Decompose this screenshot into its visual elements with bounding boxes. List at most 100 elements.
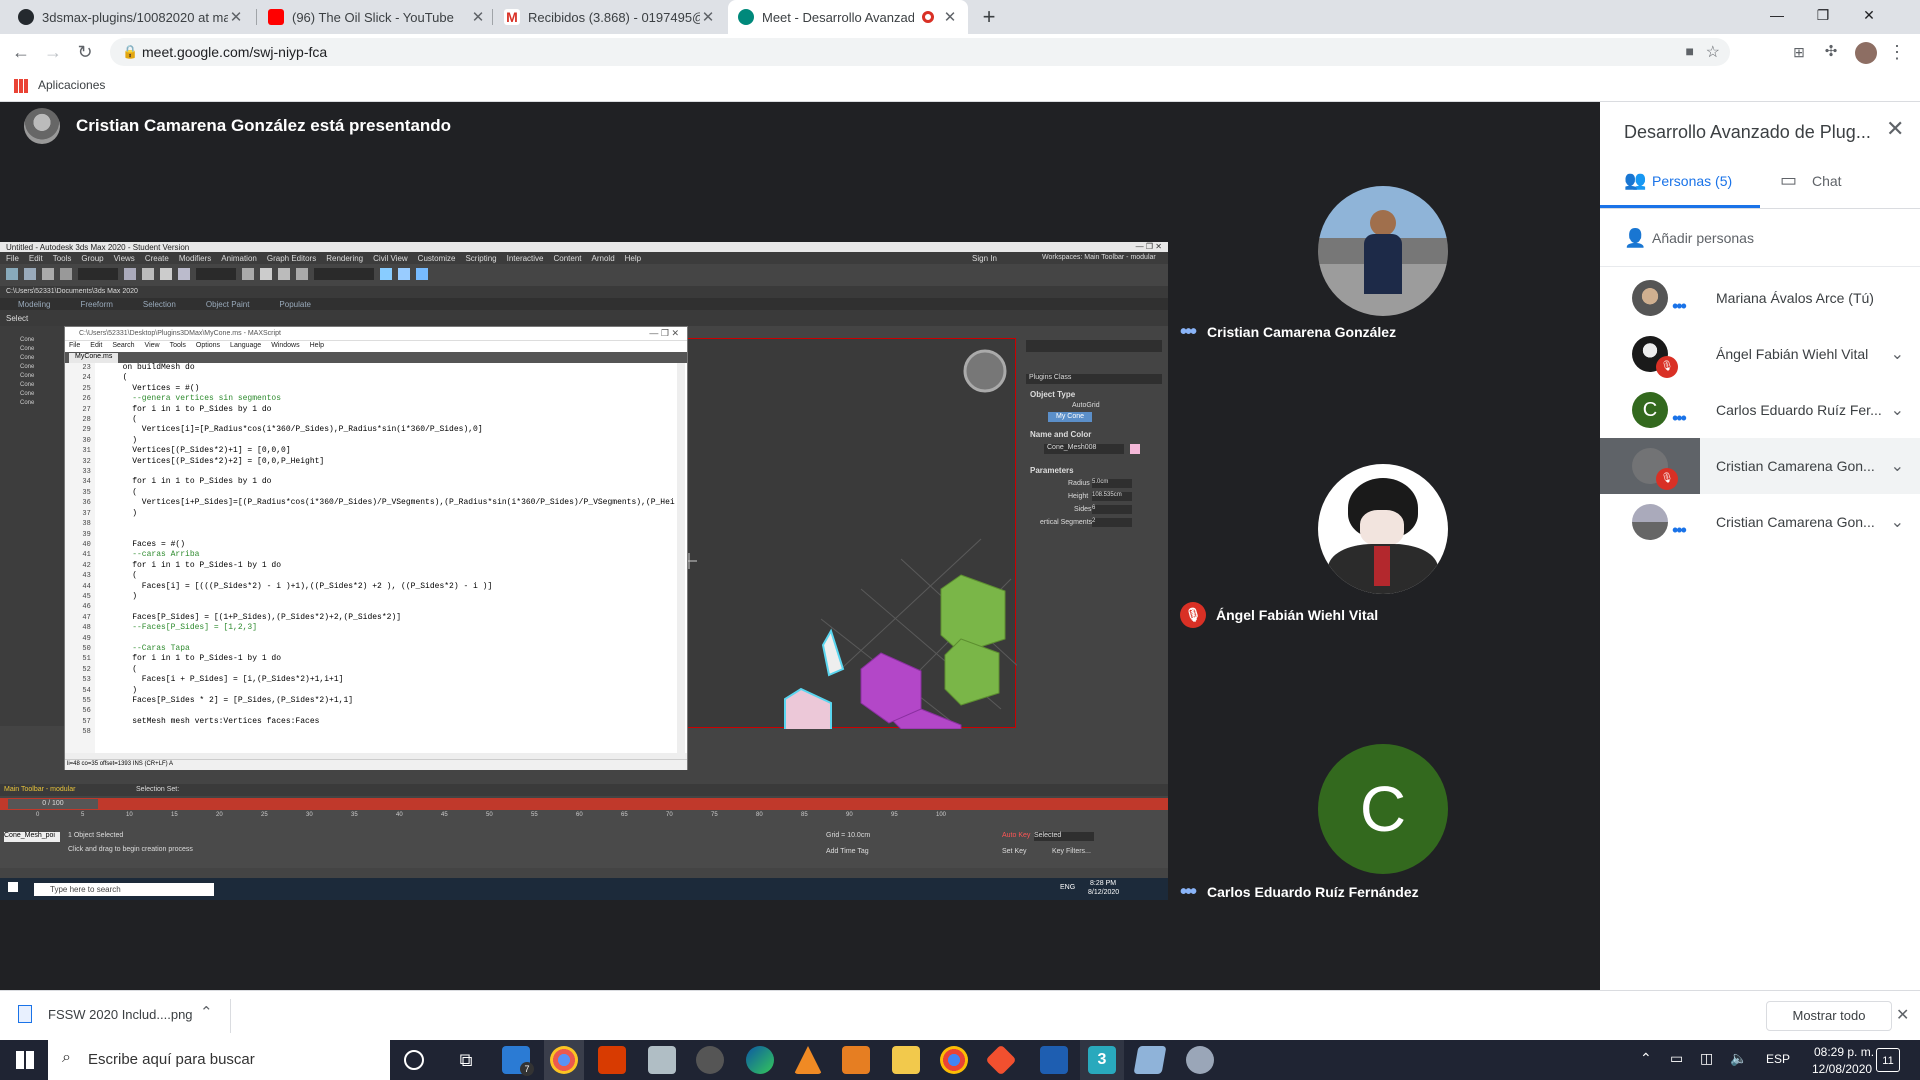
ribbon-tabs[interactable]: Modeling Freeform Selection Object Paint Pop… [18,300,311,309]
ribbon-tab[interactable]: Modeling [18,300,50,309]
max-path[interactable]: C:\Users\52331\Documents\3ds Max 2020 [6,288,138,295]
max-menu-item[interactable]: File [6,254,19,263]
max-window-controls[interactable]: — ❐ ✕ [1136,242,1162,251]
forward-icon[interactable]: → [40,39,66,65]
max-menu-item[interactable]: Arnold [592,254,615,263]
participant-row[interactable]: ••• Cristian Camarena Gon... ⌄ [1600,494,1920,550]
sides-spinner[interactable]: 6 [1092,505,1132,514]
max-menu-item[interactable]: Help [625,254,641,263]
maxscript-menu-item[interactable]: Language [230,342,261,349]
tab-chat[interactable]: ▭ Chat [1760,154,1920,208]
bookmark-star-icon[interactable]: ☆ [1706,42,1720,62]
object-color-swatch[interactable] [1130,444,1140,454]
minimize-button[interactable]: — [1754,0,1800,30]
chevron-down-icon[interactable]: ⌄ [1891,512,1904,532]
vertical-scrollbar[interactable] [677,363,685,753]
max-workspaces[interactable]: Workspaces: Main Toolbar - modular [1042,254,1156,261]
address-bar[interactable]: 🔒 meet.google.com/swj-niyp-fca ■ ☆ [110,38,1730,66]
max-menu-item[interactable]: Content [554,254,582,263]
profile-avatar[interactable] [1855,42,1877,64]
timeline-bar[interactable]: 0 / 100 [0,798,1168,810]
bookmark-apps[interactable]: Aplicaciones [38,78,105,92]
object-type-header[interactable]: Object Type [1030,390,1075,399]
cmd-tabs[interactable] [1026,340,1162,352]
max-menu-item[interactable]: Views [114,254,135,263]
close-tab-icon[interactable]: ✕ [228,8,244,26]
chevron-down-icon[interactable]: ⌄ [1891,400,1904,420]
add-time-tag[interactable]: Add Time Tag [826,848,869,855]
max-menu-item[interactable]: Civil View [373,254,408,263]
notification-center-icon[interactable]: 11 [1876,1048,1900,1072]
task-view-icon[interactable]: ⧉ [452,1046,480,1074]
participant-row[interactable]: 🎙 Ángel Fabián Wiehl Vital ⌄ [1600,326,1920,382]
max-menu-item[interactable]: Animation [221,254,257,263]
maxscript-window-controls[interactable]: — ❐ ✕ [649,328,679,339]
language-indicator[interactable]: ESP [1766,1052,1790,1066]
autogrid-checkbox[interactable]: AutoGrid [1072,402,1100,409]
download-filename[interactable]: FSSW 2020 Includ....png [48,1007,193,1022]
network-icon[interactable]: ◫ [1700,1050,1713,1067]
height-spinner[interactable]: 108.535cm [1092,492,1132,501]
radius-spinner[interactable]: 5.0cm [1092,479,1132,488]
windows-start-icon[interactable] [16,1051,34,1069]
maxscript-menu-item[interactable]: Search [112,342,134,349]
tab-people[interactable]: 👥 Personas (5) [1600,154,1760,208]
ribbon-tab[interactable]: Selection [143,300,176,309]
close-tab-icon[interactable]: ✕ [470,8,486,26]
max-menu-item[interactable]: Interactive [507,254,544,263]
close-panel-icon[interactable]: ✕ [1886,116,1904,142]
volume-icon[interactable]: 🔈 [1730,1050,1747,1067]
browser-tab-github[interactable]: 3dsmax-plugins/10082020 at ma ✕ [8,0,254,34]
max-menu-item[interactable]: Modifiers [179,254,211,263]
key-filters-button[interactable]: Key Filters... [1052,848,1091,855]
browser-tab-gmail[interactable]: M Recibidos (3.868) - 0197495@up ✕ [494,0,726,34]
scene-list[interactable]: Cone Cone Cone Cone Cone Cone Cone Cone [20,336,34,408]
max-menu-item[interactable]: Graph Editors [267,254,316,263]
vertical-segments-spinner[interactable]: 2 [1092,518,1132,527]
scene-item[interactable]: Cone [20,381,34,390]
sublime-app-icon[interactable] [842,1046,870,1074]
settings-app-icon[interactable] [598,1046,626,1074]
ribbon-tab[interactable]: Freeform [80,300,112,309]
max-menu-item[interactable]: Tools [53,254,72,263]
object-name-field[interactable]: Cone_Mesh008 [1044,444,1124,454]
camera-icon[interactable]: ■ [1686,43,1694,59]
powershell-icon[interactable] [1040,1046,1068,1074]
new-tab-button[interactable]: + [976,4,1002,30]
max-menu-item[interactable]: Scripting [465,254,496,263]
autokey-button[interactable]: Auto Key [1002,832,1030,839]
my-cone-button[interactable]: My Cone [1048,412,1092,422]
scene-item[interactable]: Cone [20,372,34,381]
back-icon[interactable]: ← [8,39,34,65]
puzzle-extension-icon[interactable]: ✣ [1818,39,1844,65]
maxscript-menu-item[interactable]: Tools [170,342,186,349]
plugins-class-dropdown[interactable]: Plugins Class [1026,374,1162,384]
scene-item[interactable]: Cone [20,390,34,399]
max-menu-item[interactable]: Edit [29,254,43,263]
object-name-field-bottom[interactable]: Cone_Mesh_poi [4,832,60,842]
close-window-button[interactable]: ✕ [1846,0,1892,30]
participant-row[interactable]: C ••• Carlos Eduardo Ruíz Fer... ⌄ [1600,382,1920,438]
participant-row[interactable]: 🎙 Cristian Camarena Gon... ⌄ [1600,438,1920,494]
show-hidden-icons-icon[interactable]: ⌃ [1640,1050,1652,1067]
chrome-profile-icon[interactable] [940,1046,968,1074]
scene-item[interactable]: Cone [20,363,34,372]
selection-set-label[interactable]: Selection Set: [136,786,179,793]
vlc-app-icon[interactable] [794,1046,822,1074]
chevron-down-icon[interactable]: ⌄ [1891,456,1904,476]
max-menu-item[interactable]: Rendering [326,254,363,263]
more-icon[interactable]: ⋮ [1884,39,1910,65]
app-icon[interactable] [648,1046,676,1074]
browser-tab-meet[interactable]: Meet - Desarrollo Avanzado ✕ [728,0,968,34]
participant-row[interactable]: ••• Mariana Ávalos Arce (Tú) [1600,270,1920,326]
max-signin[interactable]: Sign In [972,254,997,263]
media-app-icon[interactable] [696,1046,724,1074]
clock-date[interactable]: 12/08/2020 [1812,1062,1872,1076]
max-toolbar-icons[interactable] [6,268,428,280]
close-tab-icon[interactable]: ✕ [942,8,958,26]
notepad-app-icon[interactable] [1133,1046,1167,1074]
scene-item[interactable]: Cone [20,345,34,354]
maxscript-menu-item[interactable]: Options [196,342,220,349]
taskbar-search-box[interactable]: ⌕ Escribe aquí para buscar [48,1040,390,1080]
timeline-ruler[interactable]: 0 5 10 15 20 25 30 35 40 45 50 55 60 65 70 75 80 85 90 95 10… [0,810,1168,868]
